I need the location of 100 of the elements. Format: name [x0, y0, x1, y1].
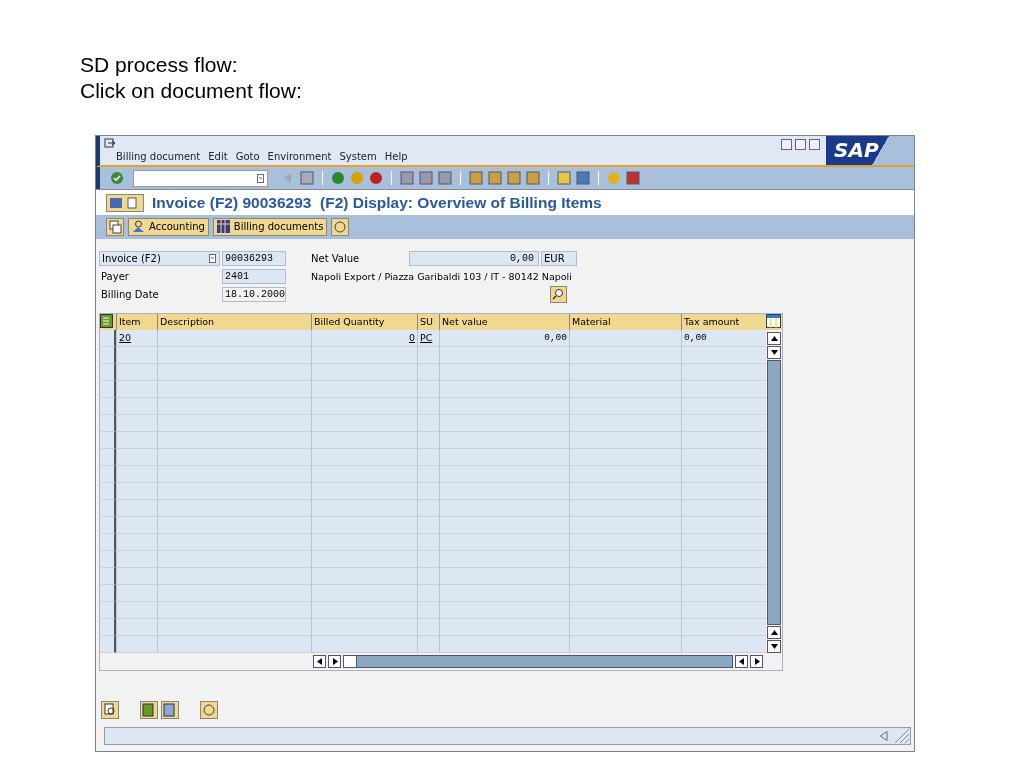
- expand-icon[interactable]: [880, 731, 888, 741]
- person-icon: [132, 220, 145, 234]
- row-selector[interactable]: [100, 602, 116, 619]
- table-cell: [116, 534, 157, 551]
- menu-item[interactable]: Edit: [208, 151, 228, 162]
- grid-icon: [216, 220, 230, 234]
- scroll-down-button[interactable]: [767, 640, 781, 653]
- payer-address: Napoli Export / Piazza Garibaldi 103 / IT - 80142 Napoli: [311, 271, 572, 282]
- table-cell: [116, 602, 157, 619]
- vertical-scrollbar[interactable]: [766, 330, 782, 653]
- row-selector[interactable]: [100, 636, 116, 653]
- table-settings-icon[interactable]: [766, 314, 781, 328]
- table-cell: [116, 636, 157, 653]
- horizontal-scrollbar[interactable]: [343, 655, 733, 668]
- menu-item[interactable]: Help: [384, 151, 408, 162]
- up-arrow-icon: [770, 336, 778, 341]
- table-cell: [116, 483, 157, 500]
- scroll-up-button[interactable]: [767, 332, 781, 345]
- quantity-link[interactable]: 0: [408, 332, 415, 343]
- menu-item[interactable]: Goto: [235, 151, 260, 162]
- row-selector[interactable]: [100, 449, 116, 466]
- table-cell: [116, 517, 157, 534]
- table-cell: [116, 398, 157, 415]
- row-selector[interactable]: [100, 585, 116, 602]
- select-all-icon[interactable]: [100, 314, 115, 328]
- row-selector[interactable]: [100, 347, 116, 364]
- table-cell: [417, 500, 439, 517]
- field-label: Net Value: [311, 253, 361, 264]
- row-selector[interactable]: [100, 568, 116, 585]
- table-cell: [417, 619, 439, 636]
- table-cell: [116, 551, 157, 568]
- down-arrow-icon: [770, 644, 778, 649]
- row-selector[interactable]: [100, 432, 116, 449]
- row-selector[interactable]: [100, 483, 116, 500]
- toolbar-button[interactable]: Billing documents: [212, 217, 328, 236]
- scroll-left-button[interactable]: [313, 655, 326, 668]
- left-arrow-icon: [738, 658, 745, 665]
- menu-item[interactable]: Billing document: [116, 151, 201, 162]
- row-selector[interactable]: [100, 381, 116, 398]
- table-cell: [116, 466, 157, 483]
- resize-grip-icon[interactable]: [894, 728, 910, 744]
- magnifier-icon[interactable]: [550, 286, 567, 303]
- system-menu-icon[interactable]: [104, 138, 116, 149]
- row-selector[interactable]: [100, 551, 116, 568]
- row-selector[interactable]: [100, 534, 116, 551]
- slide-heading: Click on document flow:: [80, 78, 303, 104]
- row-selector[interactable]: [100, 466, 116, 483]
- table-cell: [417, 466, 439, 483]
- table-cell: 0,00: [681, 330, 766, 347]
- table-cell: [116, 568, 157, 585]
- table-cell: [116, 449, 157, 466]
- menu-item[interactable]: System: [339, 151, 377, 162]
- row-selector[interactable]: [100, 364, 116, 381]
- field-label: Payer: [100, 270, 130, 284]
- row-selector[interactable]: [100, 415, 116, 432]
- row-selector[interactable]: [100, 330, 116, 347]
- scroll-up-button[interactable]: [767, 626, 781, 639]
- payer-field[interactable]: 2401: [222, 269, 286, 284]
- table-cell: [116, 500, 157, 517]
- table-cell: [417, 381, 439, 398]
- table-cell: [116, 585, 157, 602]
- check-icon[interactable]: [110, 171, 124, 186]
- slide-heading: SD process flow:: [80, 52, 239, 78]
- left-arrow-icon: [316, 658, 323, 665]
- billing-date-field[interactable]: 18.10.2000: [222, 287, 286, 302]
- item-link[interactable]: 20: [119, 332, 132, 343]
- table-cell: [417, 551, 439, 568]
- table-cell: [417, 602, 439, 619]
- toolbar-button[interactable]: Accounting: [128, 217, 209, 236]
- up-arrow-icon: [770, 630, 778, 635]
- row-selector[interactable]: [100, 517, 116, 534]
- scroll-down-button[interactable]: [767, 346, 781, 359]
- document-type-field[interactable]: Invoice (F2): [99, 251, 220, 266]
- table-cell: [417, 636, 439, 653]
- scroll-right-button[interactable]: [328, 655, 341, 668]
- scroll-left-button[interactable]: [735, 655, 748, 668]
- table-cell: [417, 483, 439, 500]
- document-number-field[interactable]: 90036293: [222, 251, 286, 266]
- row-selector[interactable]: [100, 619, 116, 636]
- table-cell: [417, 568, 439, 585]
- scroll-right-button[interactable]: [750, 655, 763, 668]
- table-cell: [417, 585, 439, 602]
- table-cell: [116, 619, 157, 636]
- right-arrow-icon: [753, 658, 760, 665]
- table-cell: [417, 415, 439, 432]
- dropdown-icon[interactable]: [209, 254, 216, 263]
- unit-link[interactable]: PC: [420, 332, 433, 343]
- table-cell: [417, 364, 439, 381]
- dropdown-icon[interactable]: [257, 173, 264, 183]
- net-value-field[interactable]: 0,00: [409, 251, 539, 266]
- logo: SAP: [826, 136, 914, 165]
- row-selector[interactable]: [100, 398, 116, 415]
- command-field[interactable]: [133, 169, 268, 187]
- currency-field[interactable]: EUR: [541, 251, 577, 266]
- menu-item[interactable]: Environment: [267, 151, 332, 162]
- row-selector[interactable]: [100, 500, 116, 517]
- table-cell: [417, 398, 439, 415]
- table-cell: [417, 517, 439, 534]
- field-label: Billing Date: [100, 288, 160, 302]
- table-cell: [417, 534, 439, 551]
